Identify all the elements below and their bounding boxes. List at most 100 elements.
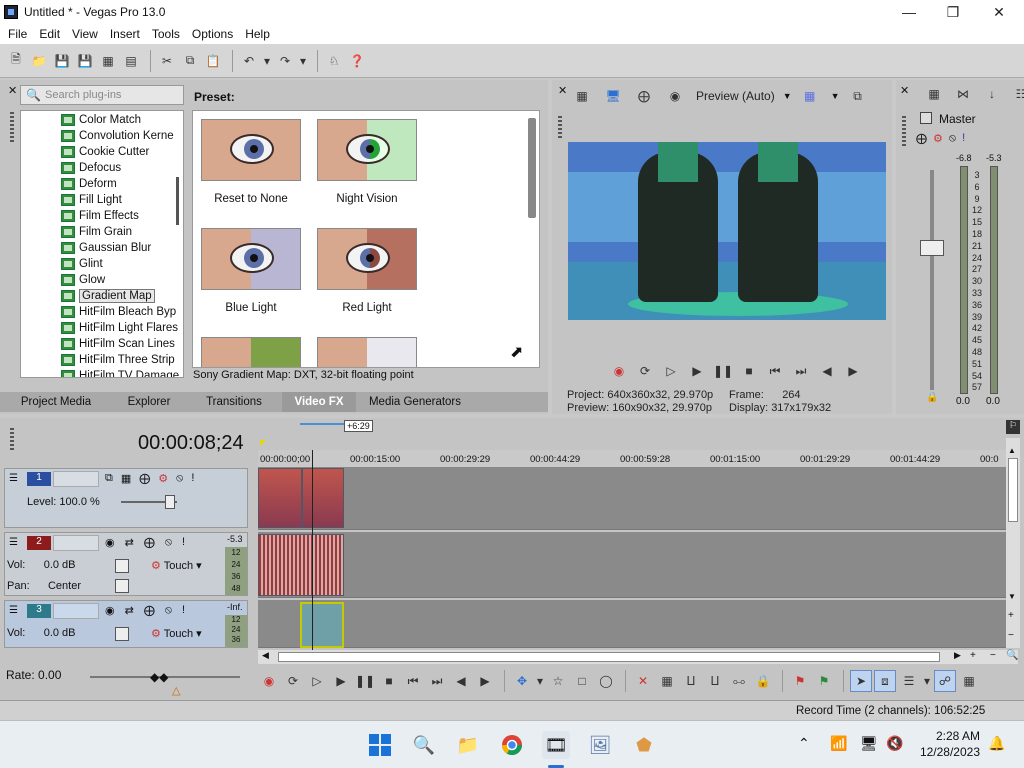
video-lane-1[interactable] [258,468,1006,530]
plugin-tree[interactable]: Color Match Convolution Kerne Cookie Cutte… [20,110,184,378]
plugin-item[interactable]: HitFilm Three Strip [61,352,175,368]
track-name-field[interactable] [53,471,99,487]
video-clip[interactable] [302,468,344,528]
preset-red-light[interactable]: Red Light [317,228,417,314]
downmix-icon[interactable]: ⋈ [953,84,973,104]
track-collapse-icon[interactable]: ☰ [9,537,18,548]
fx-bypass-icon[interactable]: ⨁ [634,86,654,106]
menu-edit[interactable]: Edit [33,27,66,41]
paste-icon[interactable]: 📋 [203,51,223,71]
timeline-grip-icon[interactable] [10,428,14,452]
preset-partial-1[interactable] [201,337,301,367]
plugin-item[interactable]: Defocus [61,160,121,176]
go-to-end-icon[interactable]: ⏭ [790,360,812,382]
save-icon[interactable]: 💾 [52,51,72,71]
photos-icon[interactable]: 🖼 [586,731,614,759]
track-motion-icon[interactable]: ⧉ [105,472,113,485]
master-grip-icon[interactable] [902,116,906,146]
track-compositing-icon[interactable]: ▦ [121,472,131,485]
lock-envelopes-icon[interactable]: ☍ [934,670,956,692]
timecode-display[interactable]: 00:00:08;24 [138,432,244,455]
clock-time[interactable]: 2:28 AM [916,729,980,743]
tab-video-fx[interactable]: Video FX [282,392,356,412]
ignore-grouping-icon[interactable]: ▦ [958,670,980,692]
marker-flag-icon[interactable]: ⚐ [1006,420,1020,434]
timeline-vscroll[interactable]: ▲ ▼ + − [1006,438,1020,648]
loop-region-marker[interactable] [260,440,266,446]
vegas-taskbar-icon[interactable]: 🎞 [542,731,570,759]
previous-frame-icon[interactable]: ◀ [450,670,472,692]
tab-explorer[interactable]: Explorer [112,392,186,412]
zoom-out-icon[interactable]: − [1008,630,1014,641]
trim-end-icon[interactable]: ⨿ [704,670,726,692]
go-to-end-icon[interactable]: ⏭ [426,670,448,692]
selected-clip[interactable] [300,602,344,648]
volume-muted-icon[interactable]: 🔇 [886,735,903,752]
trim-icon[interactable]: ▦ [656,670,678,692]
auto-ripple-icon[interactable]: ☰ [898,670,920,692]
plugin-item[interactable]: Gaussian Blur [61,240,151,256]
render-icon[interactable]: ▦ [98,51,118,71]
track-name-field[interactable] [53,535,99,551]
auto-crossfades-icon[interactable]: ⧈ [874,670,896,692]
timeline-ruler[interactable]: 00:00:00;00 00:00:15:00 00:00:29:29 00:0… [258,450,1006,468]
play-from-start-icon[interactable]: ▷ [660,360,682,382]
stop-icon[interactable]: ■ [378,670,400,692]
ripple-dropdown-icon[interactable]: ▾ [922,670,932,692]
undo-icon[interactable]: ↶ [239,51,259,71]
loop-icon[interactable]: ⟳ [282,670,304,692]
plugin-item[interactable]: HitFilm Bleach Byp [61,304,176,320]
plugin-item[interactable]: Glint [61,256,103,272]
clock-date[interactable]: 12/28/2023 [910,745,980,759]
master-gear-icon[interactable]: ⚙ [933,132,943,145]
enable-snapping-icon[interactable]: ➤ [850,670,872,692]
track-invert-phase-icon[interactable]: ⇄ [125,536,134,549]
record-icon[interactable]: ◉ [608,360,630,382]
plugin-item[interactable]: HitFilm Scan Lines [61,336,175,352]
track-name-field[interactable] [53,603,99,619]
loop-icon[interactable]: ⟳ [634,360,656,382]
master-solo-icon[interactable]: ! [962,132,965,145]
track-header-video-3[interactable]: ☰ 3 ◉ ⇄ ⨁ ⦸ ! -Inf. 12 24 36 Vol: 0.0 dB ⚙… [4,600,248,648]
show-hidden-icons-icon[interactable]: ⌃ [798,735,810,752]
close-button[interactable]: ✕ [976,0,1022,24]
plugin-item[interactable]: Glow [61,272,105,288]
h-zoom-in-icon[interactable]: + [970,650,976,661]
master-fader-handle[interactable] [920,240,944,256]
track-fx-icon[interactable]: ⨁ [144,536,155,549]
redo-dropdown-icon[interactable]: ▾ [298,51,308,71]
preview-quality-select[interactable]: Preview (Auto) [696,89,775,103]
file-explorer-icon[interactable]: 📁 [454,731,482,759]
panel-close-icon[interactable]: ✕ [8,84,17,97]
cut-icon[interactable]: ✂ [157,51,177,71]
menu-view[interactable]: View [66,27,104,41]
selection-tool-icon[interactable]: □ [571,670,593,692]
preset-reset-to-none[interactable]: Reset to None [201,119,301,205]
track-arm-record-icon[interactable]: ◉ [105,536,115,549]
track-header-video-1[interactable]: ☰ 1 ⧉ ▦ ⨁ ⚙ ⦸ ! Level: 100.0 % [4,468,248,528]
video-clip[interactable] [258,468,302,528]
menu-tools[interactable]: Tools [146,27,186,41]
edit-tool-dropdown-icon[interactable]: ▾ [535,670,545,692]
properties-icon[interactable]: ▤ [121,51,141,71]
track-solo-icon[interactable]: ! [191,472,194,485]
master-lock-icon[interactable]: 🔒 [926,392,938,403]
preset-gallery[interactable]: Reset to None Night Vision Blue Light Re… [192,110,540,368]
playhead-line[interactable] [312,450,313,650]
track-invert-phase-icon[interactable]: ⇄ [125,604,134,617]
menu-help[interactable]: Help [239,27,276,41]
minimize-button[interactable]: — [886,0,932,24]
dim-output-icon[interactable]: ↓ [982,84,1002,104]
menu-insert[interactable]: Insert [104,27,146,41]
tree-vscroll-thumb[interactable] [176,177,179,225]
render-quality-icon[interactable]: ♘ [324,51,344,71]
plugin-item[interactable]: Film Effects [61,208,139,224]
preset-night-vision[interactable]: Night Vision [317,119,417,205]
open-icon[interactable]: 📁 [29,51,49,71]
lock-icon[interactable]: 🔒 [752,670,774,692]
play-icon[interactable]: ▶ [330,670,352,692]
preview-quality-dropdown-icon[interactable]: ▼ [783,91,792,101]
tab-project-media[interactable]: Project Media [0,392,112,412]
lane-3[interactable] [258,600,1006,648]
preview-properties-icon[interactable]: ▦ [572,86,592,106]
